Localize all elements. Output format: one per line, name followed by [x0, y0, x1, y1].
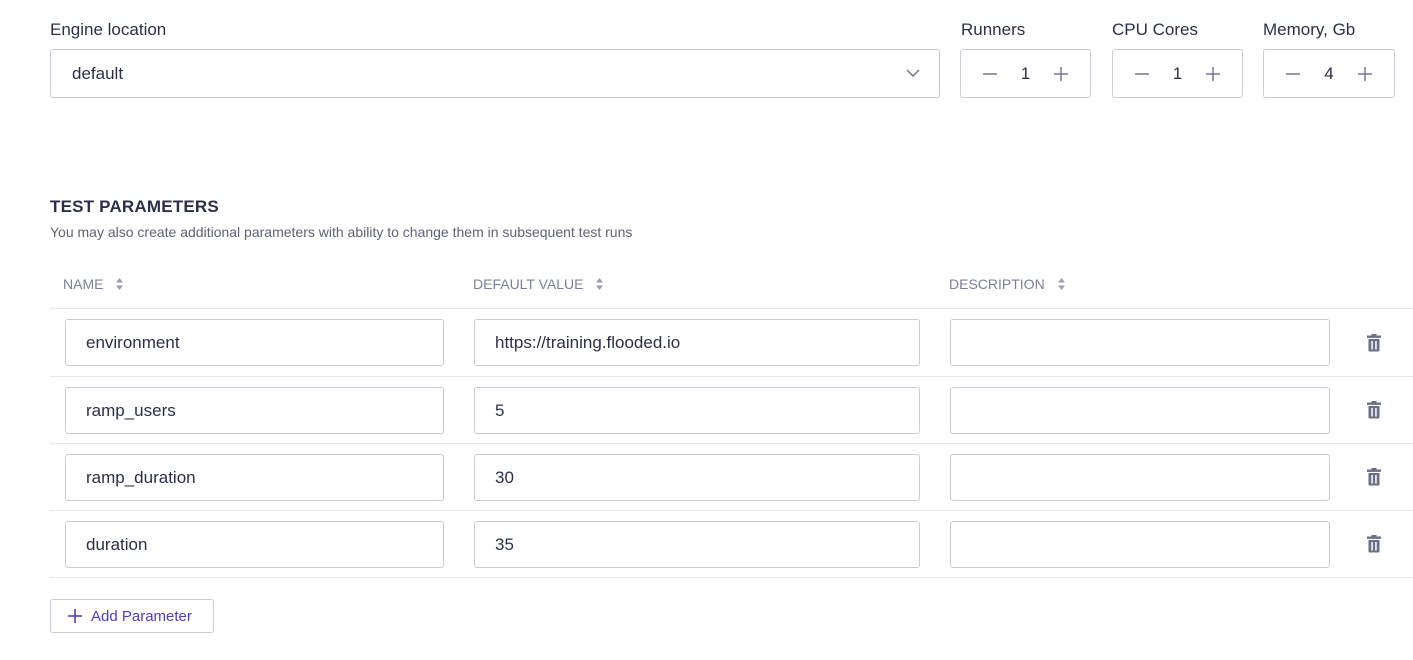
memory-label: Memory, Gb [1263, 20, 1356, 39]
cpu-cores-label: CPU Cores [1112, 20, 1198, 39]
runners-decrement-button[interactable] [981, 65, 999, 83]
minus-icon [1286, 72, 1300, 75]
sort-icon [116, 278, 124, 290]
column-header-name-label: NAME [63, 276, 104, 292]
memory-value: 4 [1324, 63, 1334, 83]
param-name-input[interactable] [65, 521, 444, 568]
table-divider [50, 376, 1413, 377]
runners-increment-button[interactable] [1052, 65, 1070, 83]
param-default-value-input[interactable] [474, 319, 920, 366]
param-name-input[interactable] [65, 319, 444, 366]
runners-value: 1 [1020, 63, 1031, 83]
plus-icon [68, 609, 82, 623]
minus-icon [983, 72, 997, 75]
param-name-input[interactable] [65, 454, 444, 501]
cpu-decrement-button[interactable] [1133, 65, 1151, 83]
column-header-name[interactable]: NAME [63, 276, 124, 292]
engine-location-label: Engine location [50, 20, 167, 39]
table-divider [50, 510, 1413, 511]
plus-icon [1206, 66, 1220, 81]
trash-icon[interactable] [1366, 535, 1382, 553]
plus-icon [1358, 66, 1372, 81]
trash-icon[interactable] [1366, 401, 1382, 419]
param-default-value-input[interactable] [474, 521, 920, 568]
memory-stepper[interactable]: 4 [1263, 49, 1395, 98]
sort-icon [596, 278, 604, 290]
table-divider [50, 308, 1413, 309]
sort-icon [1057, 278, 1065, 290]
cpu-cores-value: 1 [1172, 63, 1183, 83]
engine-location-select[interactable]: default [50, 49, 940, 98]
runners-label: Runners [961, 20, 1026, 39]
param-description-input[interactable] [950, 387, 1330, 434]
param-default-value-input[interactable] [474, 387, 920, 434]
section-subtitle: You may also create additional parameter… [50, 224, 633, 240]
cpu-increment-button[interactable] [1204, 65, 1222, 83]
add-parameter-button[interactable]: Add Parameter [50, 599, 214, 633]
column-header-description[interactable]: DESCRIPTION [949, 276, 1066, 292]
column-header-default-value-label: DEFAULT VALUE [473, 276, 584, 292]
param-name-input[interactable] [65, 387, 444, 434]
add-parameter-label: Add Parameter [91, 607, 192, 625]
plus-icon [1054, 66, 1068, 81]
table-divider [50, 577, 1413, 578]
memory-decrement-button[interactable] [1284, 65, 1302, 83]
param-description-input[interactable] [950, 521, 1330, 568]
param-description-input[interactable] [950, 319, 1330, 366]
section-title: TEST PARAMETERS [50, 197, 219, 216]
cpu-cores-stepper[interactable]: 1 [1112, 49, 1243, 98]
param-description-input[interactable] [950, 454, 1330, 501]
chevron-down-icon [906, 69, 920, 77]
column-header-description-label: DESCRIPTION [949, 276, 1045, 292]
minus-icon [1135, 72, 1149, 75]
trash-icon[interactable] [1366, 334, 1382, 352]
memory-increment-button[interactable] [1356, 65, 1374, 83]
trash-icon[interactable] [1366, 468, 1382, 486]
column-header-default-value[interactable]: DEFAULT VALUE [473, 276, 604, 292]
runners-stepper[interactable]: 1 [960, 49, 1091, 98]
table-divider [50, 443, 1413, 444]
engine-location-value: default [72, 63, 124, 83]
param-default-value-input[interactable] [474, 454, 920, 501]
